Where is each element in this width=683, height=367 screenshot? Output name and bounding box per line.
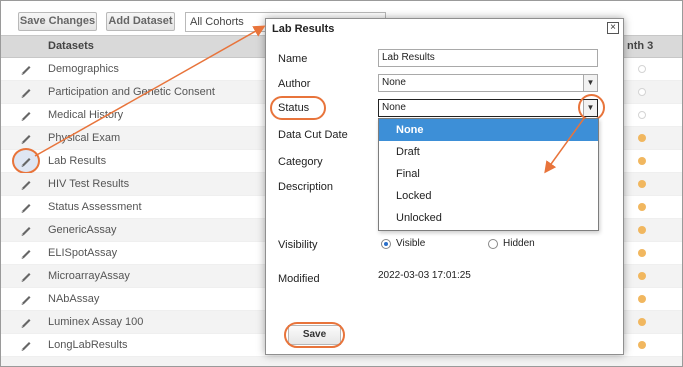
app-frame: Save Changes Add Dataset All Cohorts Dat… (0, 0, 683, 367)
annotation-arrows (34, 25, 586, 174)
arrow-to-options (544, 116, 586, 174)
arrow-to-dialog (34, 25, 266, 157)
